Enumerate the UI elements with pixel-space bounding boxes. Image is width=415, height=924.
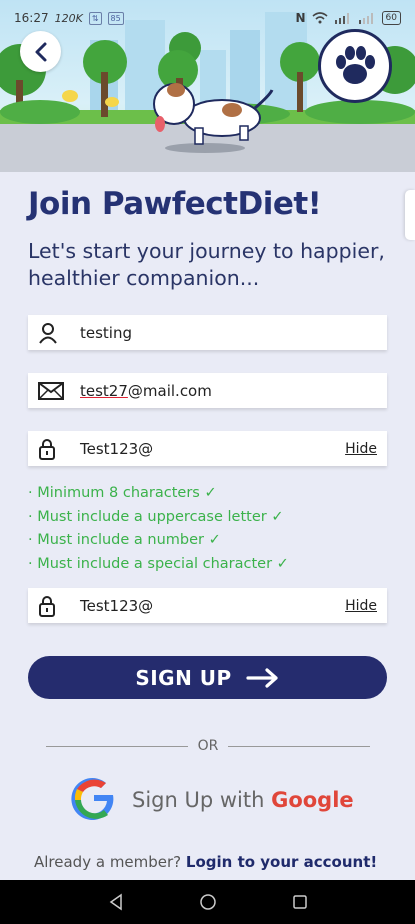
lock-icon bbox=[38, 437, 66, 461]
signup-button[interactable]: SIGN UP bbox=[28, 656, 387, 699]
status-time: 16:27 bbox=[14, 11, 49, 25]
password-rules-list: · Minimum 8 characters ✓ · Must include … bbox=[28, 482, 289, 576]
signal-icon bbox=[334, 13, 349, 24]
data-transfer-icon: ⇅ bbox=[88, 11, 102, 25]
password-field[interactable]: Test123@ Hide bbox=[28, 431, 387, 466]
nav-home-icon[interactable] bbox=[199, 893, 217, 911]
password-value: Test123@ bbox=[80, 439, 154, 458]
email-value-suffix: @mail.com bbox=[127, 381, 212, 400]
password-rule: · Must include a number ✓ bbox=[28, 532, 221, 548]
page-subtitle: Let's start your journey to happier, hea… bbox=[28, 239, 385, 290]
edge-panel-handle[interactable] bbox=[405, 190, 415, 240]
signal-icon-2 bbox=[358, 13, 373, 24]
login-question: Already a member? bbox=[34, 853, 186, 871]
confirm-password-hide-toggle[interactable]: Hide bbox=[345, 598, 377, 614]
password-rule: · Must include a uppercase letter ✓ bbox=[28, 508, 284, 525]
network-speed: 120K bbox=[54, 11, 83, 25]
lock-icon bbox=[38, 594, 66, 618]
divider-line bbox=[228, 745, 370, 747]
notification-badge: 85 bbox=[107, 11, 124, 25]
system-navigation-bar bbox=[0, 880, 415, 924]
signup-label: SIGN UP bbox=[135, 665, 232, 690]
confirm-password-field[interactable]: Test123@ Hide bbox=[28, 588, 387, 623]
google-signup-button[interactable]: Sign Up with Google bbox=[68, 774, 354, 826]
password-rule: · Minimum 8 characters ✓ bbox=[28, 485, 217, 501]
nav-recents-icon[interactable] bbox=[292, 894, 308, 910]
wifi-icon bbox=[312, 12, 328, 24]
user-icon bbox=[38, 321, 66, 345]
mail-icon bbox=[38, 379, 66, 403]
or-label: OR bbox=[197, 738, 219, 754]
battery-icon: 60 bbox=[381, 11, 401, 25]
login-link[interactable]: Login to your account! bbox=[186, 853, 377, 871]
password-rule: · Must include a special character ✓ bbox=[28, 555, 289, 572]
google-signup-label: Sign Up with Google bbox=[132, 788, 354, 812]
password-hide-toggle[interactable]: Hide bbox=[345, 441, 377, 457]
username-field[interactable]: testing bbox=[28, 315, 387, 350]
chevron-left-icon bbox=[35, 42, 46, 61]
nav-back-icon[interactable] bbox=[108, 893, 124, 911]
google-logo-icon bbox=[71, 777, 114, 820]
divider-line bbox=[46, 745, 188, 747]
google-brand: Google bbox=[271, 788, 354, 812]
back-button[interactable] bbox=[20, 31, 61, 72]
login-prompt: Already a member? Login to your account! bbox=[34, 853, 377, 871]
page-title: Join PawfectDiet! bbox=[28, 186, 322, 222]
email-value: test27@mail.com bbox=[80, 382, 377, 400]
email-field[interactable]: test27@mail.com bbox=[28, 373, 387, 408]
app-logo-paw bbox=[318, 29, 392, 103]
paw-icon bbox=[336, 46, 375, 84]
email-value-prefix: test27 bbox=[80, 381, 128, 400]
arrow-right-icon bbox=[246, 667, 278, 688]
nfc-icon: N bbox=[295, 11, 306, 25]
confirm-password-value: Test123@ bbox=[80, 596, 154, 615]
username-value: testing bbox=[80, 323, 133, 342]
or-divider: OR bbox=[46, 738, 370, 754]
google-signup-prefix: Sign Up with bbox=[132, 788, 272, 812]
status-bar: 16:27 120K ⇅ 85 N 60 bbox=[0, 0, 415, 36]
